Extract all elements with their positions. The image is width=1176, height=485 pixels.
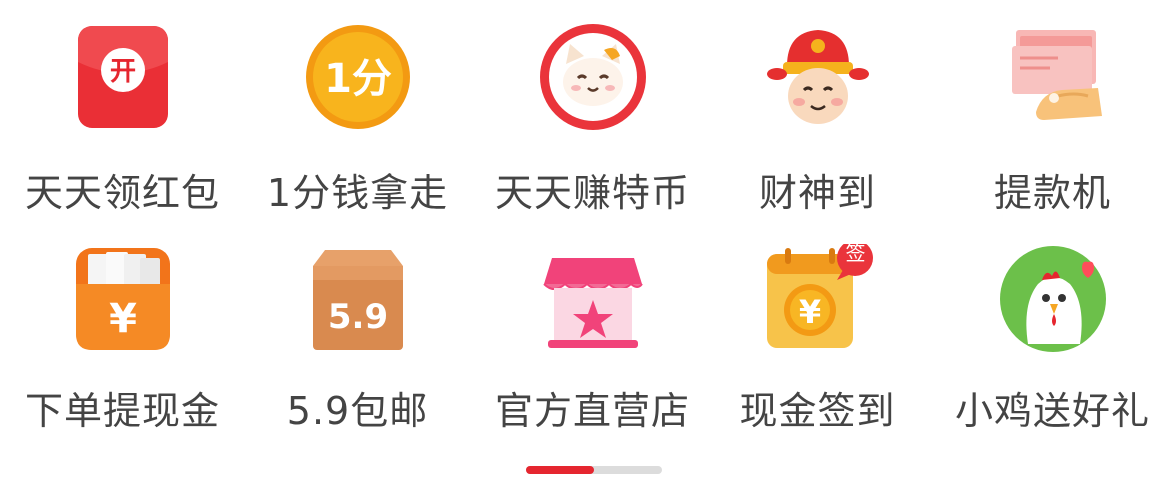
shortcut-label: 财神到 — [758, 171, 876, 215]
shortcut-label: 5.9包邮 — [286, 389, 429, 433]
shortcut-withdraw[interactable]: 提款机 — [935, 0, 1170, 225]
shortcut-label: 天天赚特币 — [494, 171, 690, 215]
svg-text:开: 开 — [109, 57, 135, 87]
shortcut-order-cash[interactable]: ¥ 下单提现金 — [5, 222, 240, 447]
svg-text:¥: ¥ — [798, 293, 820, 331]
shortcut-label: 1分钱拿走 — [266, 171, 449, 215]
shortcut-label: 提款机 — [993, 171, 1111, 215]
svg-text:¥: ¥ — [109, 296, 137, 342]
shortcut-god-of-wealth[interactable]: 财神到 — [700, 0, 935, 225]
shortcut-cash-checkin[interactable]: ¥ 签 现金签到 — [700, 222, 935, 447]
shortcut-label: 官方直营店 — [494, 389, 690, 433]
page-indicator — [526, 466, 662, 474]
cash-withdrawal-icon — [998, 22, 1108, 132]
chick-icon — [998, 244, 1108, 354]
shortcut-red-envelope[interactable]: 开 天天领红包 — [5, 0, 240, 225]
calendar-checkin-icon: ¥ 签 — [763, 241, 873, 354]
shortcut-label: 天天领红包 — [24, 171, 220, 215]
shortcut-official-store[interactable]: 官方直营店 — [475, 222, 710, 447]
one-cent-coin-icon: 1分 — [303, 22, 413, 132]
shortcut-label: 下单提现金 — [24, 389, 220, 433]
shortcut-free-shipping[interactable]: 5.9 5.9包邮 — [240, 222, 475, 447]
shortcut-label: 小鸡送好礼 — [954, 389, 1150, 433]
page-indicator-fill — [526, 466, 594, 474]
svg-text:1分: 1分 — [324, 56, 392, 102]
cash-envelope-icon: ¥ — [68, 244, 178, 354]
god-of-wealth-icon — [763, 22, 873, 132]
storefront-icon — [538, 244, 648, 354]
shortcut-chick-gift[interactable]: 小鸡送好礼 — [935, 222, 1170, 447]
parcel-box-icon: 5.9 — [303, 244, 413, 354]
red-envelope-icon: 开 — [68, 22, 178, 132]
shortcut-label: 现金签到 — [739, 389, 896, 433]
shortcut-earn-coins[interactable]: 天天赚特币 — [475, 0, 710, 225]
svg-text:5.9: 5.9 — [327, 297, 387, 337]
shortcut-grid: 开 天天领红包 1分 1分钱拿走 天天赚特币 财神到 提款机 ¥ 下单提现金 5… — [0, 0, 1176, 460]
checkin-badge: 签 — [845, 241, 866, 265]
cat-face-icon — [538, 22, 648, 132]
shortcut-one-cent[interactable]: 1分 1分钱拿走 — [240, 0, 475, 225]
